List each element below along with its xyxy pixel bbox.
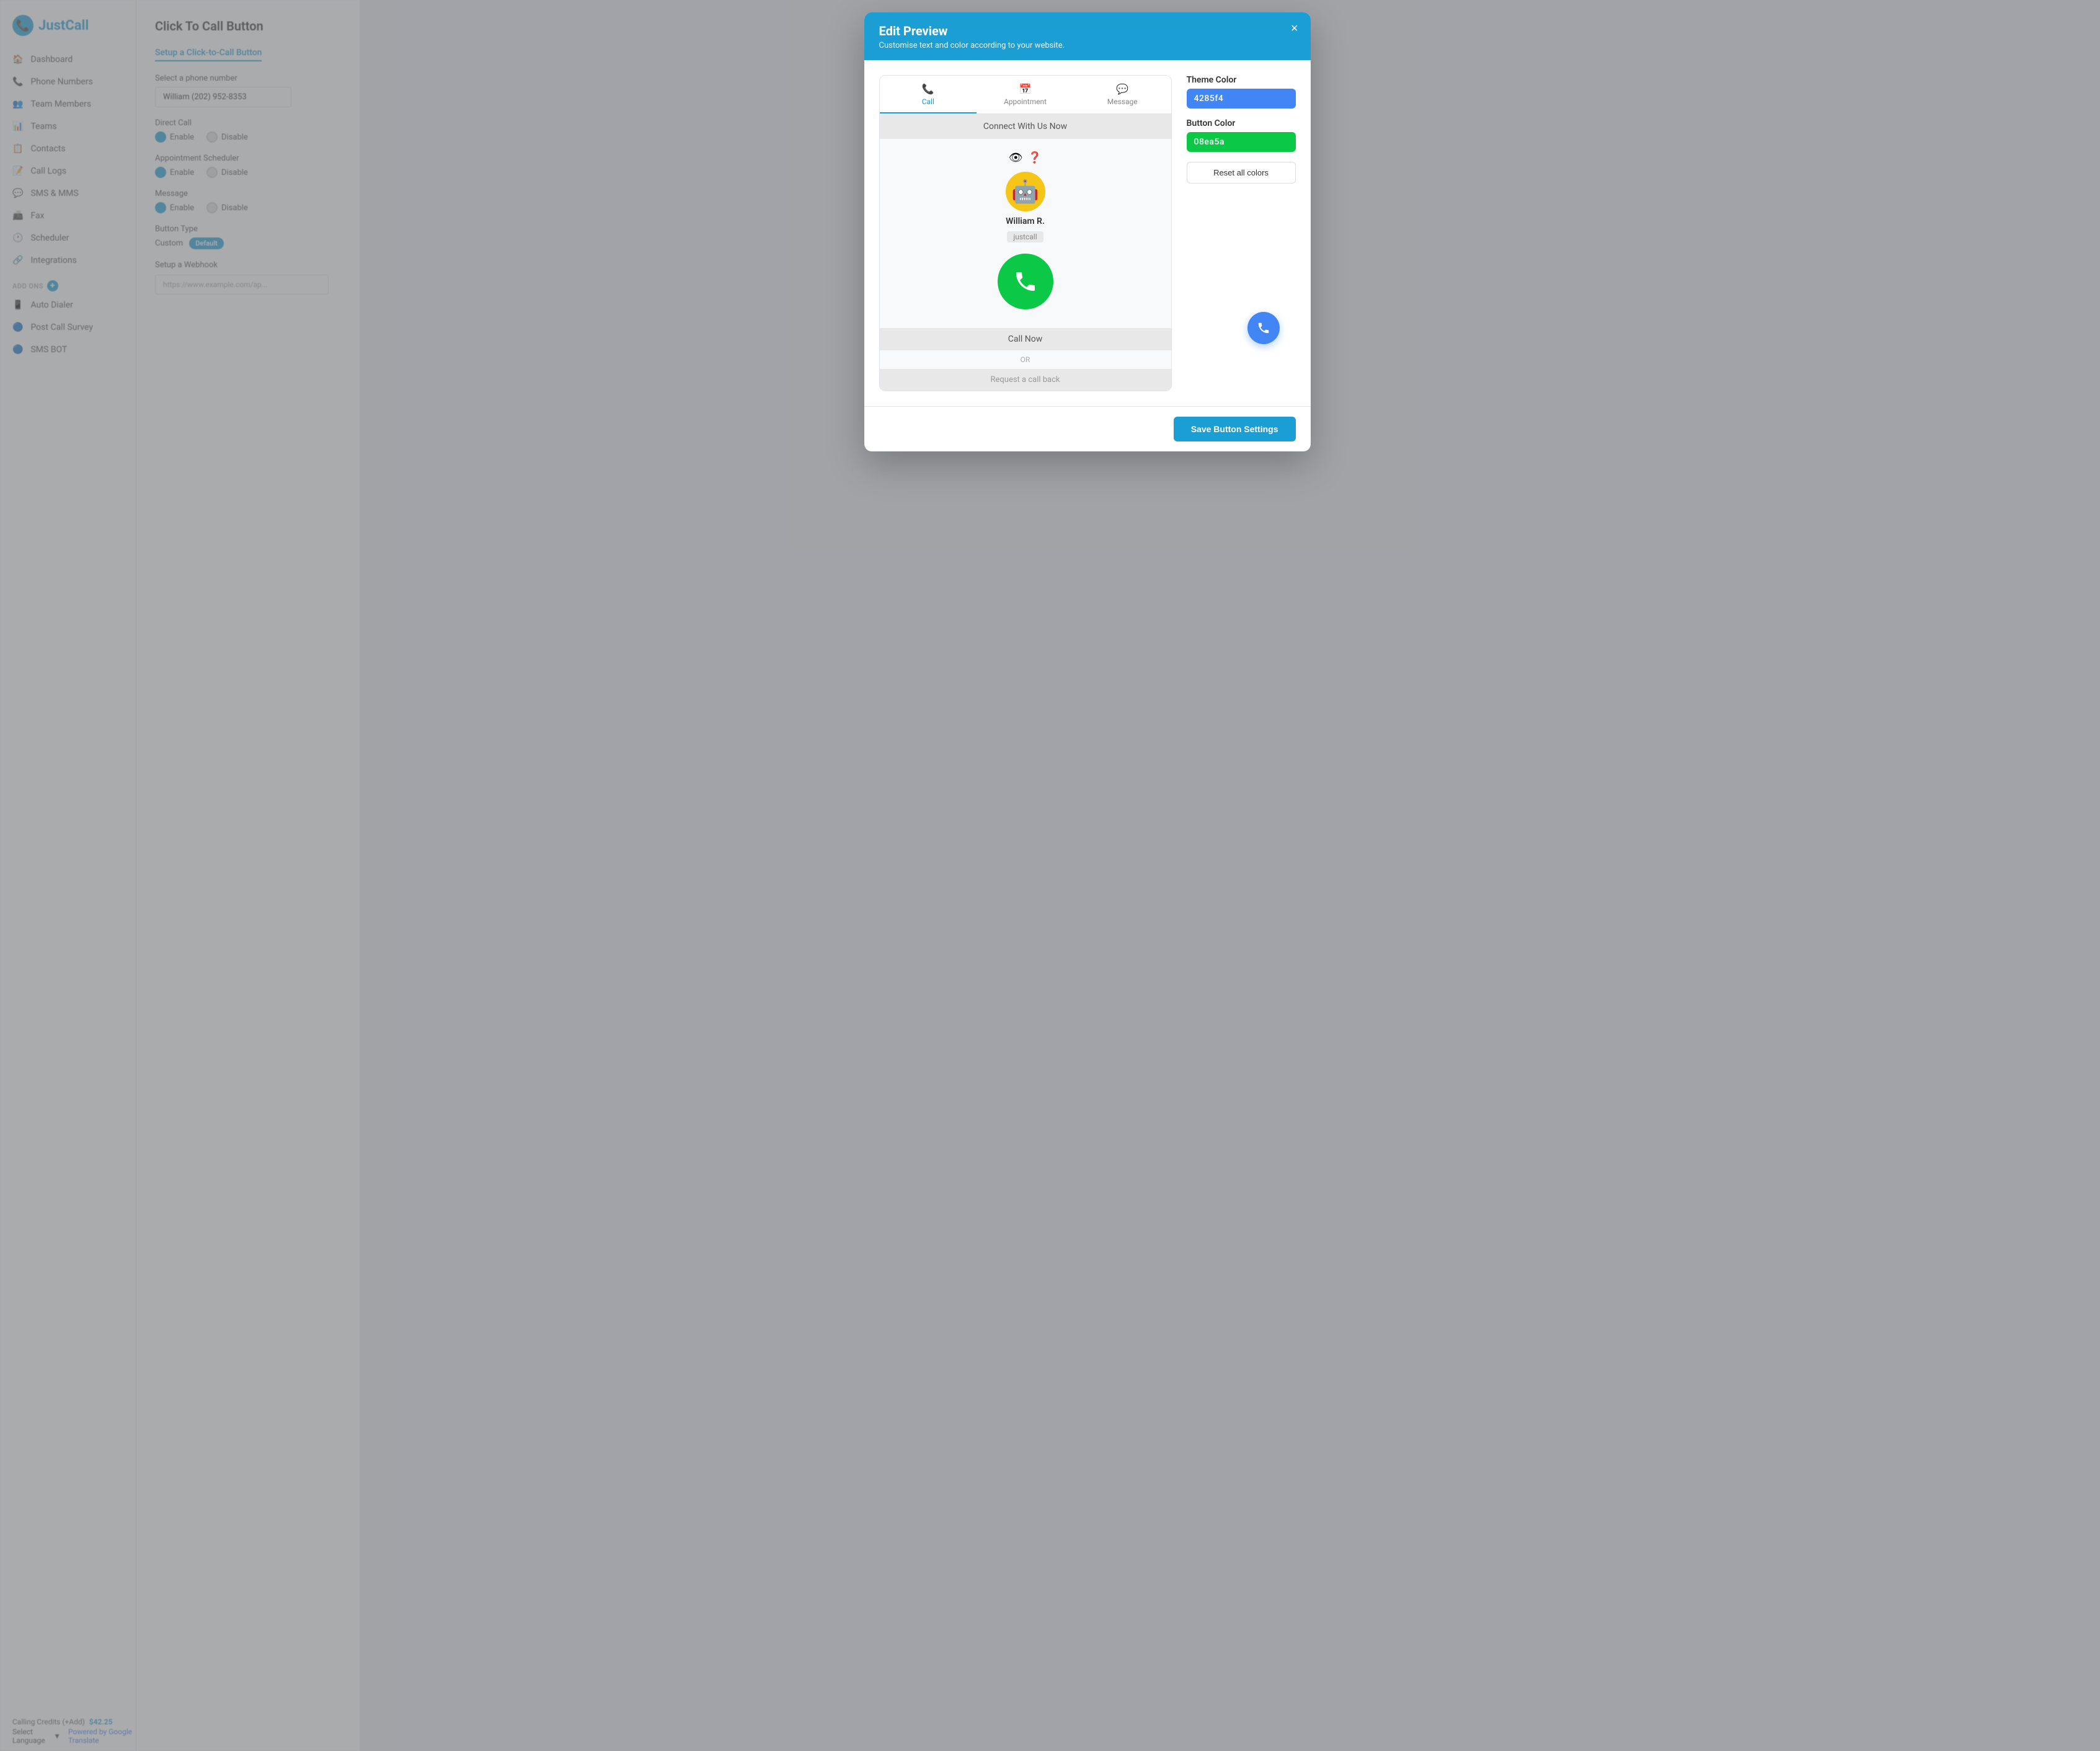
settings-panel: Theme Color 4285f4 Button Color 08ea5a R… [1172,75,1296,391]
modal-close-button[interactable]: × [1291,22,1298,35]
preview-content: Connect With Us Now 👁 ❓ 🤖 William R. jus… [880,114,1171,391]
theme-color-label: Theme Color [1187,75,1296,85]
message-tab-icon: 💬 [1116,83,1128,95]
call-tab-label: Call [922,97,934,106]
button-color-group: Button Color 08ea5a [1187,118,1296,152]
floating-call-button[interactable] [1247,312,1280,344]
eye-icon: 👁 [1009,151,1023,164]
modal-header: Edit Preview Customise text and color ac… [864,12,1311,60]
appointment-tab-label: Appointment [1004,97,1047,106]
call-button-circle[interactable] [998,254,1053,309]
tab-appointment[interactable]: 📅 Appointment [977,76,1074,113]
reset-colors-button[interactable]: Reset all colors [1187,162,1296,184]
preview-panel: 📞 Call 📅 Appointment 💬 Message Connect W… [879,75,1172,391]
request-callback-label: Request a call back [880,369,1171,391]
agent-avatar: 🤖 [1006,172,1045,211]
button-color-label: Button Color [1187,118,1296,128]
call-now-label: Call Now [880,328,1171,350]
phone-call-icon [1013,269,1038,294]
tab-call[interactable]: 📞 Call [880,76,977,113]
preview-tabs: 📞 Call 📅 Appointment 💬 Message [880,76,1171,114]
question-icon: ❓ [1028,151,1042,164]
edit-preview-modal: Edit Preview Customise text and color ac… [864,12,1311,451]
modal-body: 📞 Call 📅 Appointment 💬 Message Connect W… [864,60,1311,406]
button-color-input[interactable]: 08ea5a [1187,132,1296,152]
modal-overlay: Edit Preview Customise text and color ac… [0,0,2100,1751]
agent-area: 👁 ❓ 🤖 William R. justcall [880,139,1171,328]
tab-message[interactable]: 💬 Message [1074,76,1171,113]
agent-name: William R. [1006,216,1045,226]
theme-color-input[interactable]: 4285f4 [1187,89,1296,109]
message-tab-label: Message [1107,97,1138,106]
agent-company: justcall [1007,231,1043,242]
theme-color-group: Theme Color 4285f4 [1187,75,1296,109]
modal-subtitle: Customise text and color according to yo… [879,41,1296,50]
or-divider: OR [880,350,1171,369]
modal-footer: Save Button Settings [864,406,1311,451]
save-button-settings[interactable]: Save Button Settings [1174,417,1296,441]
modal-title: Edit Preview [879,24,1296,38]
preview-header-text: Connect With Us Now [880,114,1171,139]
call-tab-icon: 📞 [922,83,934,95]
appointment-tab-icon: 📅 [1019,83,1032,95]
agent-icons-row: 👁 ❓ [1009,151,1042,164]
floating-phone-icon [1257,321,1270,335]
